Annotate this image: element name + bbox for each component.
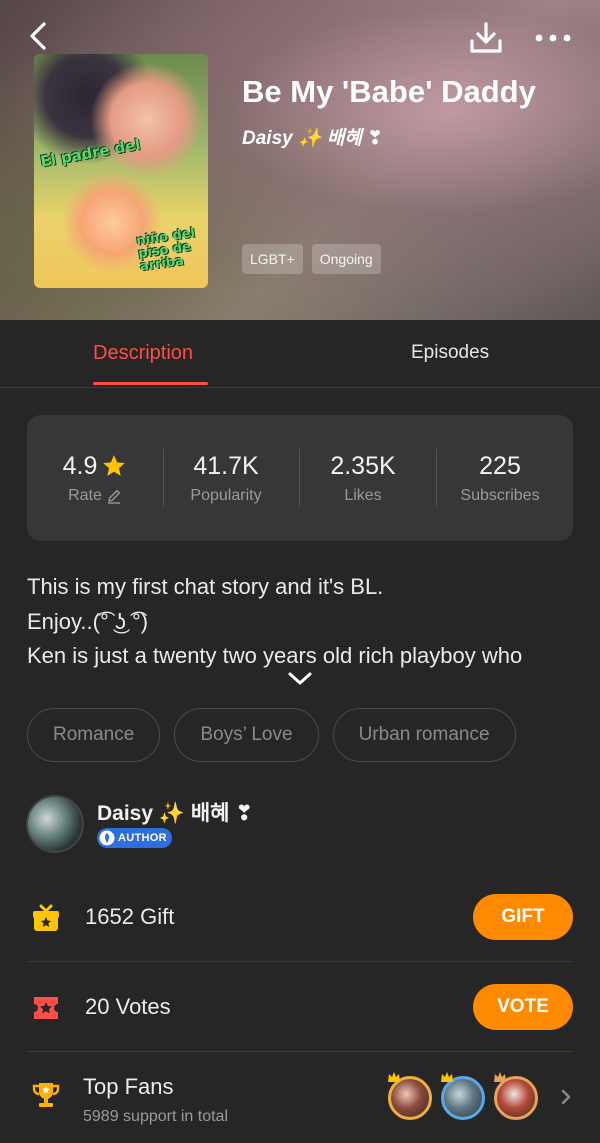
download-button[interactable] — [466, 18, 506, 58]
genre-tags: Romance Boys’ Love Urban romance — [27, 708, 516, 762]
star-icon — [103, 455, 126, 476]
popularity-label: Popularity — [190, 487, 262, 504]
trophy-icon — [32, 1083, 60, 1107]
tag-lgbt[interactable]: LGBT+ — [242, 244, 303, 274]
author-name[interactable]: Daisy ✨ 배혜 ❣ — [97, 797, 253, 827]
gift-button[interactable]: GIFT — [473, 894, 573, 940]
vote-ticket-icon — [34, 997, 58, 1019]
stat-subscribes: 225 Subscribes — [432, 451, 568, 505]
book-tags: LGBT+ Ongoing — [242, 244, 381, 274]
book-cover[interactable]: El padre del niño del piso de arriba — [34, 54, 208, 288]
description-line: This is my first chat story and it's BL. — [27, 574, 384, 599]
author-avatar[interactable] — [26, 795, 84, 853]
description-text: This is my first chat story and it's BL.… — [27, 570, 573, 674]
description-line: Enjoy..(͡° ͜ʖ ͡°) — [27, 608, 149, 634]
fan-avatar[interactable] — [494, 1072, 538, 1120]
download-icon — [470, 22, 502, 53]
back-button[interactable] — [18, 16, 58, 56]
stat-likes: 2.35K Likes — [295, 451, 431, 505]
vote-button[interactable]: VOTE — [473, 984, 573, 1030]
rate-value: 4.9 — [62, 452, 98, 480]
stat-rate[interactable]: 4.9 Rate — [27, 451, 163, 505]
crown-icon — [441, 1072, 453, 1082]
cover-text-bottom: niño del piso de arriba — [135, 225, 197, 275]
likes-value: 2.35K — [330, 452, 396, 480]
description-line: Ken is just a twenty two years old rich … — [27, 643, 523, 668]
chevron-down-icon — [288, 672, 312, 685]
top-fans-row[interactable]: Top Fans 5989 support in total — [27, 1052, 573, 1142]
vote-count-text: 20 Votes — [85, 994, 171, 1020]
gift-icon — [33, 904, 59, 931]
top-fans-title: Top Fans — [83, 1074, 174, 1099]
genre-romance[interactable]: Romance — [27, 708, 161, 762]
header-author-name[interactable]: Daisy ✨ 배혜 ❣ — [242, 123, 383, 150]
crown-icon — [388, 1072, 400, 1082]
active-tab-indicator — [93, 382, 208, 385]
chevron-right-icon — [561, 1089, 571, 1105]
popularity-value: 41.7K — [193, 452, 259, 480]
stat-popularity: 41.7K Popularity — [158, 451, 294, 505]
more-dots-icon — [535, 34, 571, 42]
vote-label: Votes — [115, 994, 171, 1019]
rate-label: Rate — [68, 487, 102, 504]
quill-icon — [99, 830, 115, 846]
subscribes-label: Subscribes — [460, 487, 540, 504]
crown-icon — [494, 1072, 506, 1082]
pencil-icon — [107, 489, 120, 504]
top-fans-subtitle: 5989 support in total — [83, 1108, 228, 1125]
gift-count: 1652 — [85, 904, 134, 929]
fan-avatar[interactable] — [388, 1072, 432, 1120]
gift-count-text: 1652 Gift — [85, 904, 174, 930]
gift-row: 1652 Gift GIFT — [27, 872, 573, 962]
more-options-button[interactable] — [530, 18, 576, 58]
author-row[interactable]: Daisy ✨ 배혜 ❣ AUTHOR — [26, 795, 574, 855]
author-badge-label: AUTHOR — [118, 832, 167, 844]
subscribes-value: 225 — [479, 452, 521, 480]
book-title: Be My 'Babe' Daddy — [242, 74, 536, 109]
gift-label: Gift — [140, 904, 175, 929]
stats-card: 4.9 Rate 41.7K Popularity 2.35K Likes 22… — [27, 415, 573, 541]
tag-ongoing: Ongoing — [311, 244, 381, 274]
vote-count: 20 — [85, 994, 110, 1019]
tab-bar: Description Episodes — [0, 320, 600, 388]
vote-row: 20 Votes VOTE — [27, 962, 573, 1052]
genre-urban-romance[interactable]: Urban romance — [332, 708, 516, 762]
fan-avatar[interactable] — [441, 1072, 485, 1120]
genre-boys-love[interactable]: Boys’ Love — [174, 708, 319, 762]
likes-label: Likes — [344, 487, 382, 504]
tab-description[interactable]: Description — [93, 342, 193, 365]
cover-text-top: El padre del — [39, 135, 142, 171]
expand-description-button[interactable] — [287, 670, 313, 688]
chevron-left-icon — [30, 22, 46, 50]
tab-episodes[interactable]: Episodes — [411, 342, 489, 364]
author-badge: AUTHOR — [97, 828, 172, 848]
